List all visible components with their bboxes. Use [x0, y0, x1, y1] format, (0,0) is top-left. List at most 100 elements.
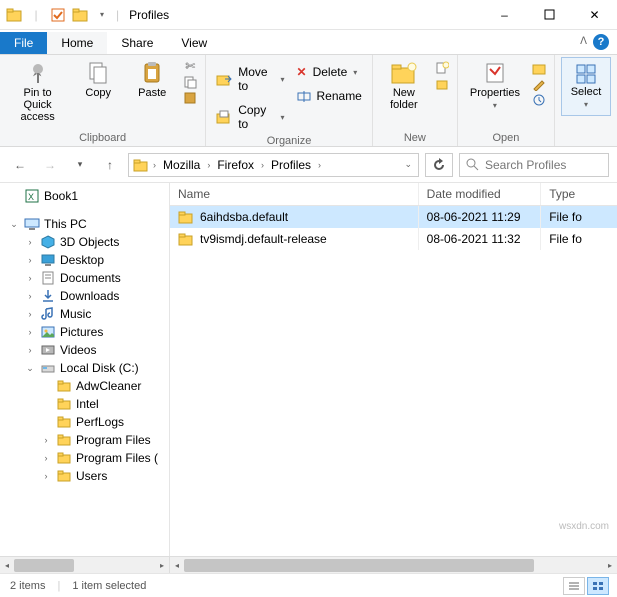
back-button[interactable]: ←: [8, 153, 32, 177]
copy-icon: [86, 61, 110, 85]
maximize-button[interactable]: [527, 0, 572, 30]
folder-icon: [178, 210, 194, 224]
column-headers: Name Date modified Type: [170, 183, 617, 206]
folder-icon: [56, 398, 72, 410]
tree-item[interactable]: ›Pictures: [0, 323, 169, 341]
tab-home[interactable]: Home: [47, 32, 107, 54]
tree-item[interactable]: PerfLogs: [0, 413, 169, 431]
qat-folder-icon[interactable]: [72, 7, 88, 23]
quick-access-toolbar: | ▾ | Profiles: [0, 0, 175, 29]
excel-icon: X: [24, 189, 40, 203]
music-icon: [40, 307, 56, 321]
explorer-body: X Book1 ⌄ This PC ›3D Objects ›Desktop ›…: [0, 183, 617, 556]
qat-checkbox-icon[interactable]: [50, 7, 66, 23]
copy-path-button[interactable]: [181, 75, 199, 89]
easy-access-button[interactable]: [433, 77, 451, 91]
window-title: Profiles: [129, 8, 169, 22]
tree-item[interactable]: ›Users: [0, 467, 169, 485]
tree-item[interactable]: ›Music: [0, 305, 169, 323]
help-icon[interactable]: ?: [593, 34, 609, 50]
breadcrumb-segment[interactable]: Mozilla: [160, 158, 203, 172]
group-select: Select ▾: [555, 55, 617, 146]
tab-share[interactable]: Share: [107, 32, 167, 54]
pin-to-quick-access-button[interactable]: Pin to Quick access: [6, 57, 69, 127]
navigation-tree[interactable]: X Book1 ⌄ This PC ›3D Objects ›Desktop ›…: [0, 183, 170, 556]
cut-button[interactable]: ✄: [181, 59, 199, 73]
group-clipboard: Pin to Quick access Copy Paste ✄ Clipboa…: [0, 55, 206, 146]
folder-icon: [56, 452, 72, 464]
history-button[interactable]: [530, 93, 548, 107]
delete-icon: ✕: [297, 65, 307, 79]
chevron-right-icon[interactable]: ›: [259, 160, 266, 170]
watermark: wsxdn.com: [559, 521, 609, 532]
pc-icon: [24, 217, 40, 231]
move-to-icon: [216, 72, 232, 86]
videos-icon: [40, 343, 56, 357]
minimize-button[interactable]: –: [482, 0, 527, 30]
large-icons-view-button[interactable]: [587, 577, 609, 595]
window-controls: – ✕: [482, 0, 617, 30]
tree-item[interactable]: ›Videos: [0, 341, 169, 359]
qat-dropdown-icon[interactable]: ▾: [94, 7, 110, 23]
tree-item[interactable]: ›Downloads: [0, 287, 169, 305]
paste-button[interactable]: Paste: [127, 57, 177, 103]
collapse-ribbon-icon[interactable]: ᐱ: [580, 36, 587, 47]
folder-icon: [133, 158, 149, 172]
address-bar[interactable]: › Mozilla › Firefox › Profiles › ⌄: [128, 153, 419, 177]
tree-item-local-disk[interactable]: ⌄Local Disk (C:): [0, 359, 169, 377]
tree-item[interactable]: AdwCleaner: [0, 377, 169, 395]
up-button[interactable]: ↑: [98, 153, 122, 177]
file-row[interactable]: tv9ismdj.default-release 08-06-2021 11:3…: [170, 228, 617, 250]
tab-view[interactable]: View: [167, 32, 221, 54]
paste-shortcut-button[interactable]: [181, 91, 199, 105]
refresh-button[interactable]: [425, 153, 453, 177]
open-button[interactable]: [530, 61, 548, 75]
copy-to-button[interactable]: Copy to▾: [212, 101, 288, 133]
close-button[interactable]: ✕: [572, 0, 617, 30]
list-horizontal-scrollbar[interactable]: ◂▸: [170, 556, 617, 573]
file-row[interactable]: 6aihdsba.default 08-06-2021 11:29 File f…: [170, 206, 617, 228]
delete-button[interactable]: ✕ Delete▾: [293, 63, 366, 81]
forward-button[interactable]: →: [38, 153, 62, 177]
chevron-right-icon[interactable]: ›: [316, 160, 323, 170]
copy-to-icon: [216, 110, 232, 124]
new-item-button[interactable]: [433, 61, 451, 75]
details-view-button[interactable]: [563, 577, 585, 595]
3d-objects-icon: [40, 235, 56, 249]
new-folder-button[interactable]: New folder: [379, 57, 429, 115]
breadcrumb-segment[interactable]: Profiles: [268, 158, 314, 172]
tab-file[interactable]: File: [0, 32, 47, 54]
tree-item-this-pc[interactable]: ⌄ This PC: [0, 215, 169, 233]
edit-button[interactable]: [530, 77, 548, 91]
tree-item-book1[interactable]: X Book1: [0, 187, 169, 205]
rename-button[interactable]: Rename: [293, 87, 366, 105]
chevron-right-icon[interactable]: ›: [205, 160, 212, 170]
properties-button[interactable]: Properties ▾: [464, 57, 526, 114]
breadcrumb-segment[interactable]: Firefox: [214, 158, 257, 172]
drive-icon: [40, 361, 56, 375]
address-dropdown-icon[interactable]: ⌄: [402, 159, 414, 170]
select-button[interactable]: Select ▾: [561, 57, 611, 116]
svg-text:X: X: [28, 192, 34, 202]
tree-item[interactable]: ›Desktop: [0, 251, 169, 269]
copy-button[interactable]: Copy: [73, 57, 123, 103]
recent-locations-button[interactable]: ▾: [68, 153, 92, 177]
tree-item[interactable]: ›3D Objects: [0, 233, 169, 251]
column-name[interactable]: Name: [170, 183, 419, 205]
ribbon: Pin to Quick access Copy Paste ✄ Clipboa…: [0, 55, 617, 147]
column-date[interactable]: Date modified: [419, 183, 542, 205]
move-to-button[interactable]: Move to▾: [212, 63, 288, 95]
tree-item[interactable]: ›Program Files: [0, 431, 169, 449]
chevron-right-icon[interactable]: ›: [151, 160, 158, 170]
tree-item[interactable]: Intel: [0, 395, 169, 413]
folder-icon: [56, 434, 72, 446]
tree-item[interactable]: ›Documents: [0, 269, 169, 287]
tree-horizontal-scrollbar[interactable]: ◂▸: [0, 556, 170, 573]
item-count: 2 items: [10, 580, 45, 592]
collapse-icon[interactable]: ⌄: [24, 363, 36, 374]
search-box[interactable]: Search Profiles: [459, 153, 609, 177]
column-type[interactable]: Type: [541, 183, 617, 205]
scissors-icon: ✄: [185, 59, 195, 73]
collapse-icon[interactable]: ⌄: [8, 219, 20, 230]
tree-item[interactable]: ›Program Files (: [0, 449, 169, 467]
